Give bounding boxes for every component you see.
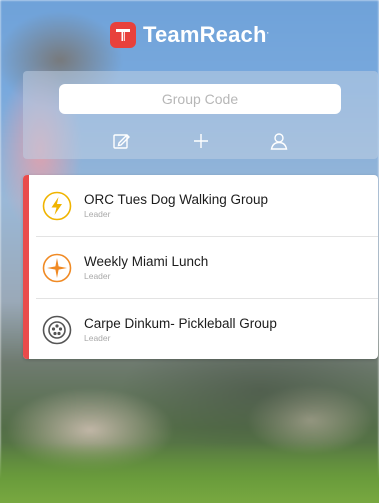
ball-icon [42,315,72,345]
group-name: Carpe Dinkum- Pickleball Group [84,316,277,331]
group-row[interactable]: Weekly Miami Lunch Leader [29,237,378,298]
group-name: ORC Tues Dog Walking Group [84,192,269,207]
compass-star-icon [42,253,72,283]
plus-icon[interactable] [189,129,213,153]
group-role: Leader [84,209,111,219]
app-logo: TeamReach. [0,22,379,48]
group-role: Leader [84,271,111,281]
group-row[interactable]: ORC Tues Dog Walking Group Leader [29,175,378,236]
group-role: Leader [84,333,111,343]
group-code-input[interactable] [59,84,341,114]
group-name: Weekly Miami Lunch [84,254,209,269]
compose-icon[interactable] [109,129,133,153]
person-icon[interactable] [267,129,291,153]
group-list: ORC Tues Dog Walking Group Leader Weekly… [23,175,378,359]
background-grass [0,443,379,503]
lightning-icon [42,191,72,221]
group-row[interactable]: Carpe Dinkum- Pickleball Group Leader [29,299,378,359]
app-name: TeamReach. [142,22,270,47]
join-group-panel [23,71,378,159]
teamreach-logo-icon [109,22,136,48]
